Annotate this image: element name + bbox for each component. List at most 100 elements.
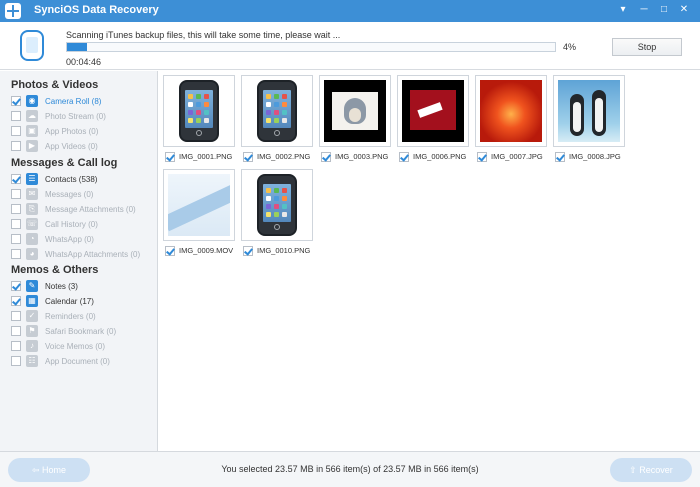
thumbnail-image: [246, 80, 308, 142]
sidebar-checkbox[interactable]: [11, 219, 21, 229]
sidebar-checkbox[interactable]: [11, 96, 21, 106]
thumbnail-image: [168, 174, 230, 236]
file-checkbox[interactable]: [555, 152, 565, 162]
file-thumbnail[interactable]: [553, 75, 625, 147]
stop-button[interactable]: Stop: [612, 38, 682, 56]
file-checkbox[interactable]: [165, 152, 175, 162]
sidebar-item-label: Calendar (17): [45, 297, 94, 306]
thumbnail-image: [324, 80, 386, 142]
file-checkbox[interactable]: [399, 152, 409, 162]
sidebar-checkbox[interactable]: [11, 311, 21, 321]
file-name: IMG_0010.PNG: [257, 246, 311, 255]
file-name: IMG_0009.MOV: [179, 246, 234, 255]
progress-fill: [67, 43, 87, 51]
document-icon: ☷: [26, 355, 38, 367]
camera-icon: ◉: [26, 95, 38, 107]
bookmark-icon: ⚑: [26, 325, 38, 337]
dropdown-menu-button[interactable]: ▾: [616, 3, 630, 17]
sidebar-item[interactable]: ☷ App Document (0): [11, 355, 156, 369]
scan-progress-bar: Scanning iTunes backup files, this will …: [0, 22, 700, 70]
microphone-icon: ♪: [26, 340, 38, 352]
phone-scan-icon: [20, 30, 44, 61]
reminder-icon: ✓: [26, 310, 38, 322]
sidebar-item[interactable]: ☰ Contacts (538): [11, 173, 156, 187]
sidebar-item[interactable]: ◕ WhatsApp Attachments (0): [11, 248, 156, 262]
file-thumbnail[interactable]: [397, 75, 469, 147]
sidebar-checkbox[interactable]: [11, 296, 21, 306]
file-checkbox[interactable]: [243, 246, 253, 256]
sidebar-item[interactable]: ◉ Camera Roll (8): [11, 95, 156, 109]
thumbnail-image: [168, 80, 230, 142]
sidebar-group-title: Messages & Call log: [11, 157, 118, 169]
whatsapp-attachment-icon: ◕: [26, 248, 38, 260]
notes-icon: ✎: [26, 280, 38, 292]
file-thumbnail[interactable]: [475, 75, 547, 147]
sidebar-checkbox[interactable]: [11, 111, 21, 121]
sidebar-checkbox[interactable]: [11, 141, 21, 151]
photo-stream-icon: ☁: [26, 110, 38, 122]
sidebar-item-label: App Document (0): [45, 357, 110, 366]
sidebar-item-label: Reminders (0): [45, 312, 96, 321]
file-item: IMG_0010.PNG: [243, 245, 319, 257]
file-item: IMG_0008.JPG: [555, 151, 631, 163]
sidebar-item[interactable]: ☏ Call History (0): [11, 218, 156, 232]
file-checkbox[interactable]: [243, 152, 253, 162]
phone-icon: ☏: [26, 218, 38, 230]
sidebar-item-label: Contacts (538): [45, 175, 98, 184]
sidebar-checkbox[interactable]: [11, 234, 21, 244]
scan-message: Scanning iTunes backup files, this will …: [66, 30, 341, 40]
sidebar-checkbox[interactable]: [11, 249, 21, 259]
file-thumbnail[interactable]: [163, 75, 235, 147]
file-item: IMG_0007.JPG: [477, 151, 553, 163]
sidebar-item-label: WhatsApp (0): [45, 235, 94, 244]
minimize-button[interactable]: ─: [637, 3, 651, 17]
sidebar-item[interactable]: ✎ Notes (3): [11, 280, 156, 294]
sidebar-group-title: Photos & Videos: [11, 79, 99, 91]
whatsapp-icon: ◔: [26, 233, 38, 245]
sidebar-checkbox[interactable]: [11, 326, 21, 336]
sidebar-item[interactable]: ▦ Calendar (17): [11, 295, 156, 309]
file-checkbox[interactable]: [165, 246, 175, 256]
file-name: IMG_0007.JPG: [491, 152, 543, 161]
file-item: IMG_0006.PNG: [399, 151, 475, 163]
sidebar-item[interactable]: ◔ WhatsApp (0): [11, 233, 156, 247]
sidebar-group-title: Memos & Others: [11, 264, 99, 276]
sidebar-item[interactable]: ✉ Messages (0): [11, 188, 156, 202]
file-item: IMG_0009.MOV: [165, 245, 241, 257]
sidebar-item[interactable]: ☁ Photo Stream (0): [11, 110, 156, 124]
sidebar-checkbox[interactable]: [11, 126, 21, 136]
file-name: IMG_0006.PNG: [413, 152, 467, 161]
sidebar-item-label: Notes (3): [45, 282, 78, 291]
maximize-button[interactable]: □: [657, 3, 671, 17]
recover-button[interactable]: ⇧ Recover: [610, 458, 692, 482]
sidebar-checkbox[interactable]: [11, 356, 21, 366]
file-checkbox[interactable]: [477, 152, 487, 162]
sidebar-item[interactable]: ▣ App Photos (0): [11, 125, 156, 139]
file-thumbnail[interactable]: [241, 75, 313, 147]
selection-status: You selected 23.57 MB in 566 item(s) of …: [221, 464, 479, 474]
sidebar-item[interactable]: ⎘ Message Attachments (0): [11, 203, 156, 217]
thumbnail-image: [558, 80, 620, 142]
sidebar-item[interactable]: ♪ Voice Memos (0): [11, 340, 156, 354]
file-checkbox[interactable]: [321, 152, 331, 162]
sidebar-item-label: Message Attachments (0): [45, 205, 136, 214]
sidebar-item[interactable]: ✓ Reminders (0): [11, 310, 156, 324]
file-name: IMG_0008.JPG: [569, 152, 621, 161]
footer-bar: ⇦ Home You selected 23.57 MB in 566 item…: [0, 451, 700, 487]
file-thumbnail[interactable]: [319, 75, 391, 147]
sidebar-checkbox[interactable]: [11, 174, 21, 184]
close-button[interactable]: ✕: [677, 3, 691, 17]
sidebar-item-label: Safari Bookmark (0): [45, 327, 117, 336]
file-thumbnail[interactable]: [163, 169, 235, 241]
sidebar-checkbox[interactable]: [11, 189, 21, 199]
sidebar-checkbox[interactable]: [11, 341, 21, 351]
sidebar-checkbox[interactable]: [11, 281, 21, 291]
attachment-icon: ⎘: [26, 203, 38, 215]
sidebar-item[interactable]: ▶ App Videos (0): [11, 140, 156, 154]
sidebar-checkbox[interactable]: [11, 204, 21, 214]
sidebar-item[interactable]: ⚑ Safari Bookmark (0): [11, 325, 156, 339]
video-icon: ▶: [26, 140, 38, 152]
calendar-icon: ▦: [26, 295, 38, 307]
file-name: IMG_0003.PNG: [335, 152, 389, 161]
file-thumbnail[interactable]: [241, 169, 313, 241]
